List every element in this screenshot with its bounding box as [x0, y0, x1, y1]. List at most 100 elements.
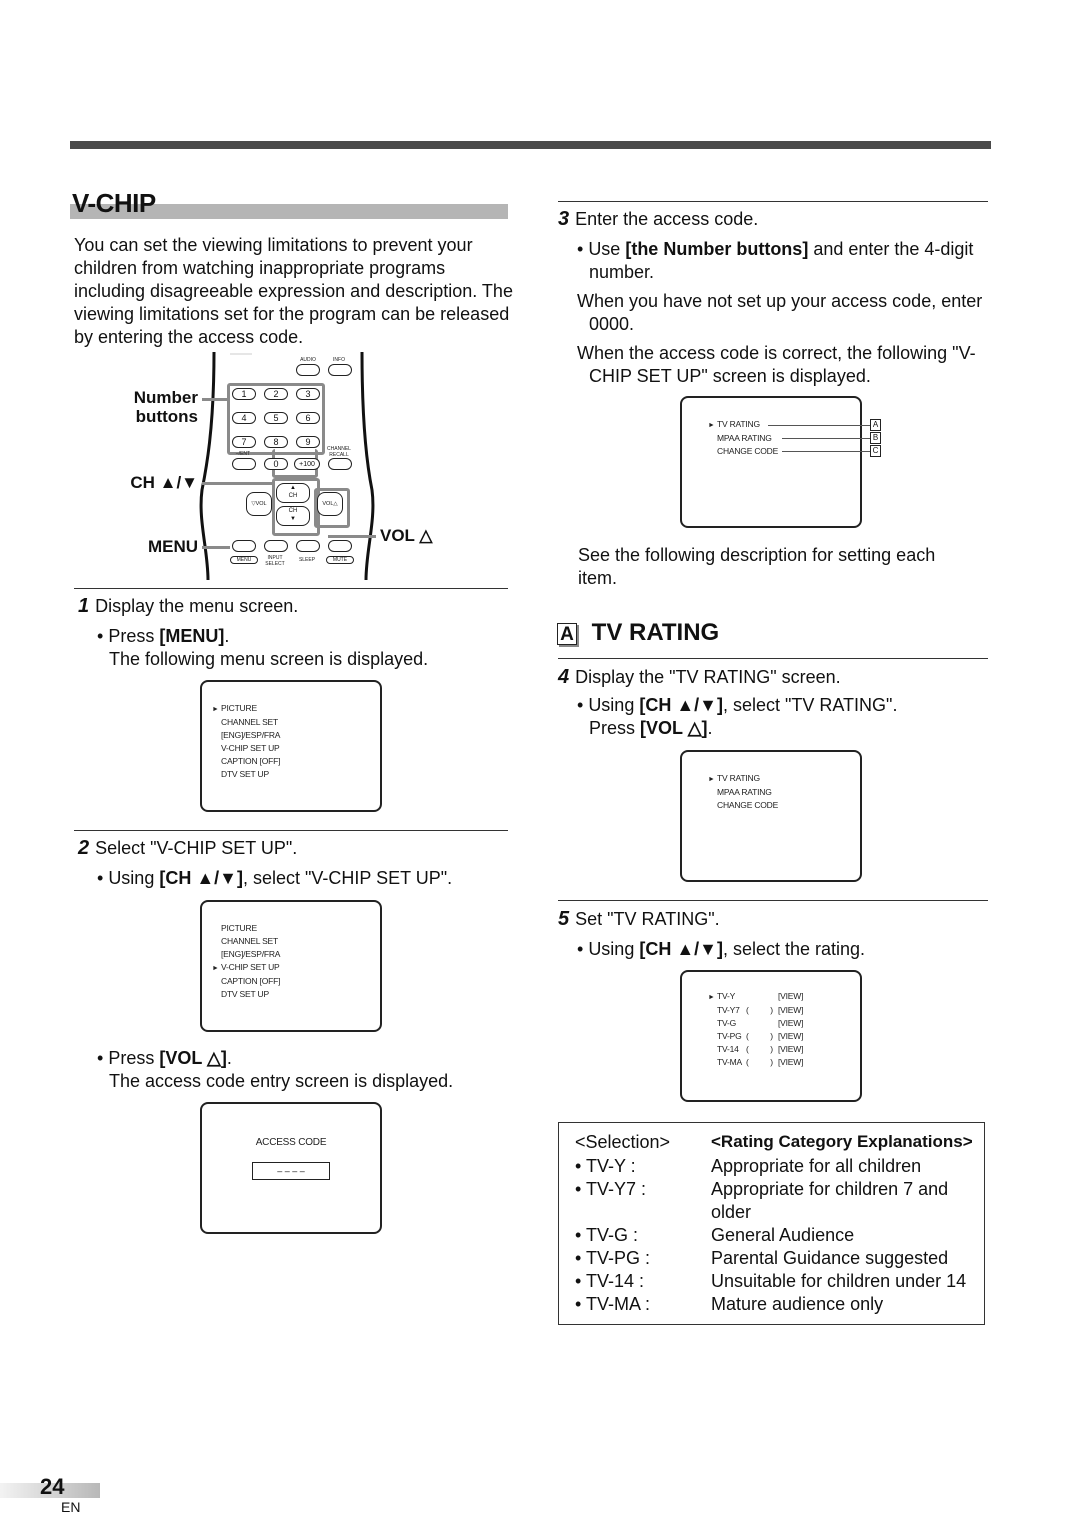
- rating-explanation-table: <Selection> <Rating Category Explanation…: [558, 1122, 985, 1325]
- ch-down-button[interactable]: CH ▼: [276, 506, 310, 526]
- ch-down-text: CH: [288, 508, 298, 514]
- text: , select the rating.: [722, 939, 866, 959]
- rating-name: TV-Y7: [717, 1005, 740, 1015]
- callout-a: A: [870, 419, 881, 431]
- channel-recall-button[interactable]: [328, 458, 352, 470]
- menu-item: DTV SET UP: [212, 768, 280, 781]
- step-2-bullet-2: • Press [VOL △].: [97, 1048, 232, 1068]
- rating-selection: • TV-Y :: [575, 1156, 636, 1176]
- digit-7-button[interactable]: 7: [232, 436, 256, 448]
- item-text: MPAA RATING: [717, 787, 772, 797]
- step-number: 4: [558, 666, 570, 688]
- digit-5-button[interactable]: 5: [264, 412, 288, 424]
- step-1-bullet: • Press [MENU].: [97, 626, 230, 646]
- vol-up-text: VOL: [322, 501, 334, 507]
- access-code-input[interactable]: – – – –: [252, 1162, 330, 1180]
- vchip-item: ► TV RATING: [708, 772, 778, 786]
- vchip-item: CHANGE CODE: [708, 445, 778, 458]
- sleep-button[interactable]: [296, 540, 320, 552]
- ch-up-icon: ▲: [290, 485, 296, 491]
- cursor-icon: ►: [708, 776, 715, 783]
- text: Press: [108, 1048, 160, 1068]
- ratings-list: ► TV-Y [VIEW] TV-Y7( ) [VIEW] TV-G [VIEW] TV-PG…: [708, 990, 828, 1069]
- menu-item: CAPTION [OFF]: [212, 975, 280, 988]
- digit-2-button[interactable]: 2: [264, 388, 288, 400]
- label-vol: VOL △: [380, 526, 433, 545]
- step-5-heading: 5 Set "TV RATING".: [558, 908, 720, 931]
- digit-0-button[interactable]: 0: [264, 458, 288, 470]
- leader-vol: [328, 535, 376, 538]
- step-number: 3: [558, 208, 570, 230]
- item-text: MPAA RATING: [717, 433, 772, 443]
- ent-button[interactable]: [232, 458, 256, 470]
- step5-rule: [558, 900, 988, 901]
- digit-1-button[interactable]: 1: [232, 388, 256, 400]
- step-2-bullet: • Using [CH ▲/▼], select "V-CHIP SET UP"…: [97, 868, 453, 888]
- text: Using: [108, 868, 160, 888]
- step-1-note: The following menu screen is displayed.: [109, 649, 429, 669]
- step-1-heading: 1 Display the menu screen.: [78, 595, 298, 618]
- key-vol: [VOL △]: [640, 718, 708, 738]
- rating-name: TV-MA: [717, 1057, 742, 1067]
- rating-view-status: [VIEW]: [778, 1057, 804, 1067]
- rating-option: TV-G [VIEW]: [708, 1017, 828, 1030]
- rating-view-status: [VIEW]: [778, 991, 804, 1001]
- vchip-list: ► TV RATING MPAA RATING CHANGE CODE: [708, 418, 778, 458]
- vchip-setup-screen-2: ► TV RATING MPAA RATING CHANGE CODE: [680, 750, 862, 882]
- digit-9-button[interactable]: 9: [296, 436, 320, 448]
- audio-button[interactable]: [296, 364, 320, 376]
- input-select-button[interactable]: [264, 540, 288, 552]
- rating-selection: • TV-PG :: [575, 1248, 650, 1268]
- rating-option: ► TV-Y [VIEW]: [708, 990, 828, 1004]
- label-buttons: buttons: [135, 407, 198, 426]
- rating-option: TV-MA ( ) [VIEW]: [708, 1056, 828, 1069]
- header-selection: <Selection>: [575, 1132, 671, 1152]
- text: .: [224, 626, 230, 646]
- menu-item: ► V-CHIP SET UP: [212, 961, 280, 975]
- step-number: 2: [78, 837, 90, 859]
- menu-item: [ENG]/ESP/FRA: [212, 729, 280, 742]
- menu-item: CHANNEL SET: [212, 716, 280, 729]
- section-title: V-CHIP: [72, 188, 156, 218]
- step-title: Select "V-CHIP SET UP".: [95, 838, 298, 858]
- rating-selection: • TV-MA :: [575, 1294, 650, 1314]
- menu-item: PICTURE: [212, 922, 280, 935]
- item-text: TV RATING: [717, 773, 760, 783]
- input-select-label: INPUT SELECT: [262, 555, 288, 567]
- step1-rule: [74, 588, 508, 589]
- item-text: CAPTION [OFF]: [221, 756, 281, 766]
- cursor-icon: ►: [212, 706, 219, 713]
- info-button[interactable]: [328, 364, 352, 376]
- digit-4-button[interactable]: 4: [232, 412, 256, 424]
- ch-up-text: CH: [288, 493, 298, 499]
- audio-label: AUDIO: [300, 357, 316, 363]
- item-text: PICTURE: [221, 923, 257, 933]
- access-code-screen: ACCESS CODE – – – –: [200, 1102, 382, 1234]
- key-vol: [VOL △]: [159, 1048, 227, 1068]
- label-number: Number: [133, 388, 198, 407]
- vol-up-button[interactable]: VOL△: [317, 492, 343, 516]
- mute-button[interactable]: [328, 540, 352, 552]
- text: , select "TV RATING".: [722, 695, 898, 715]
- cursor-icon: ►: [212, 965, 219, 972]
- menu-list: ► PICTURE CHANNEL SET [ENG]/ESP/FRA V-CHI…: [212, 702, 280, 781]
- vol-down-button[interactable]: ▽VOL: [246, 492, 272, 516]
- rating-option: TV-Y7 ( ) [VIEW]: [708, 1004, 828, 1017]
- rating-view-status: [VIEW]: [778, 1031, 804, 1041]
- rating-explanation: Appropriate for all children: [711, 1156, 922, 1176]
- ch-up-button[interactable]: ▲ CH: [276, 483, 310, 503]
- menu-item: V-CHIP SET UP: [212, 742, 280, 755]
- vol-down-text: VOL: [255, 501, 267, 507]
- rating-option: TV-14 ( ) [VIEW]: [708, 1043, 828, 1056]
- digit-6-button[interactable]: 6: [296, 412, 320, 424]
- menu-button[interactable]: [232, 540, 256, 552]
- digit-3-button[interactable]: 3: [296, 388, 320, 400]
- digit-8-button[interactable]: 8: [264, 436, 288, 448]
- item-text: V-CHIP SET UP: [221, 743, 280, 753]
- plus100-button[interactable]: +100: [294, 458, 320, 470]
- step-number: 1: [78, 595, 90, 617]
- step-title: Set "TV RATING".: [575, 909, 720, 929]
- menu-button-label: MENU: [230, 556, 258, 564]
- step-3-bullet-1: • Use [the Number buttons] and enter the…: [577, 239, 974, 282]
- item-text: V-CHIP SET UP: [221, 962, 280, 972]
